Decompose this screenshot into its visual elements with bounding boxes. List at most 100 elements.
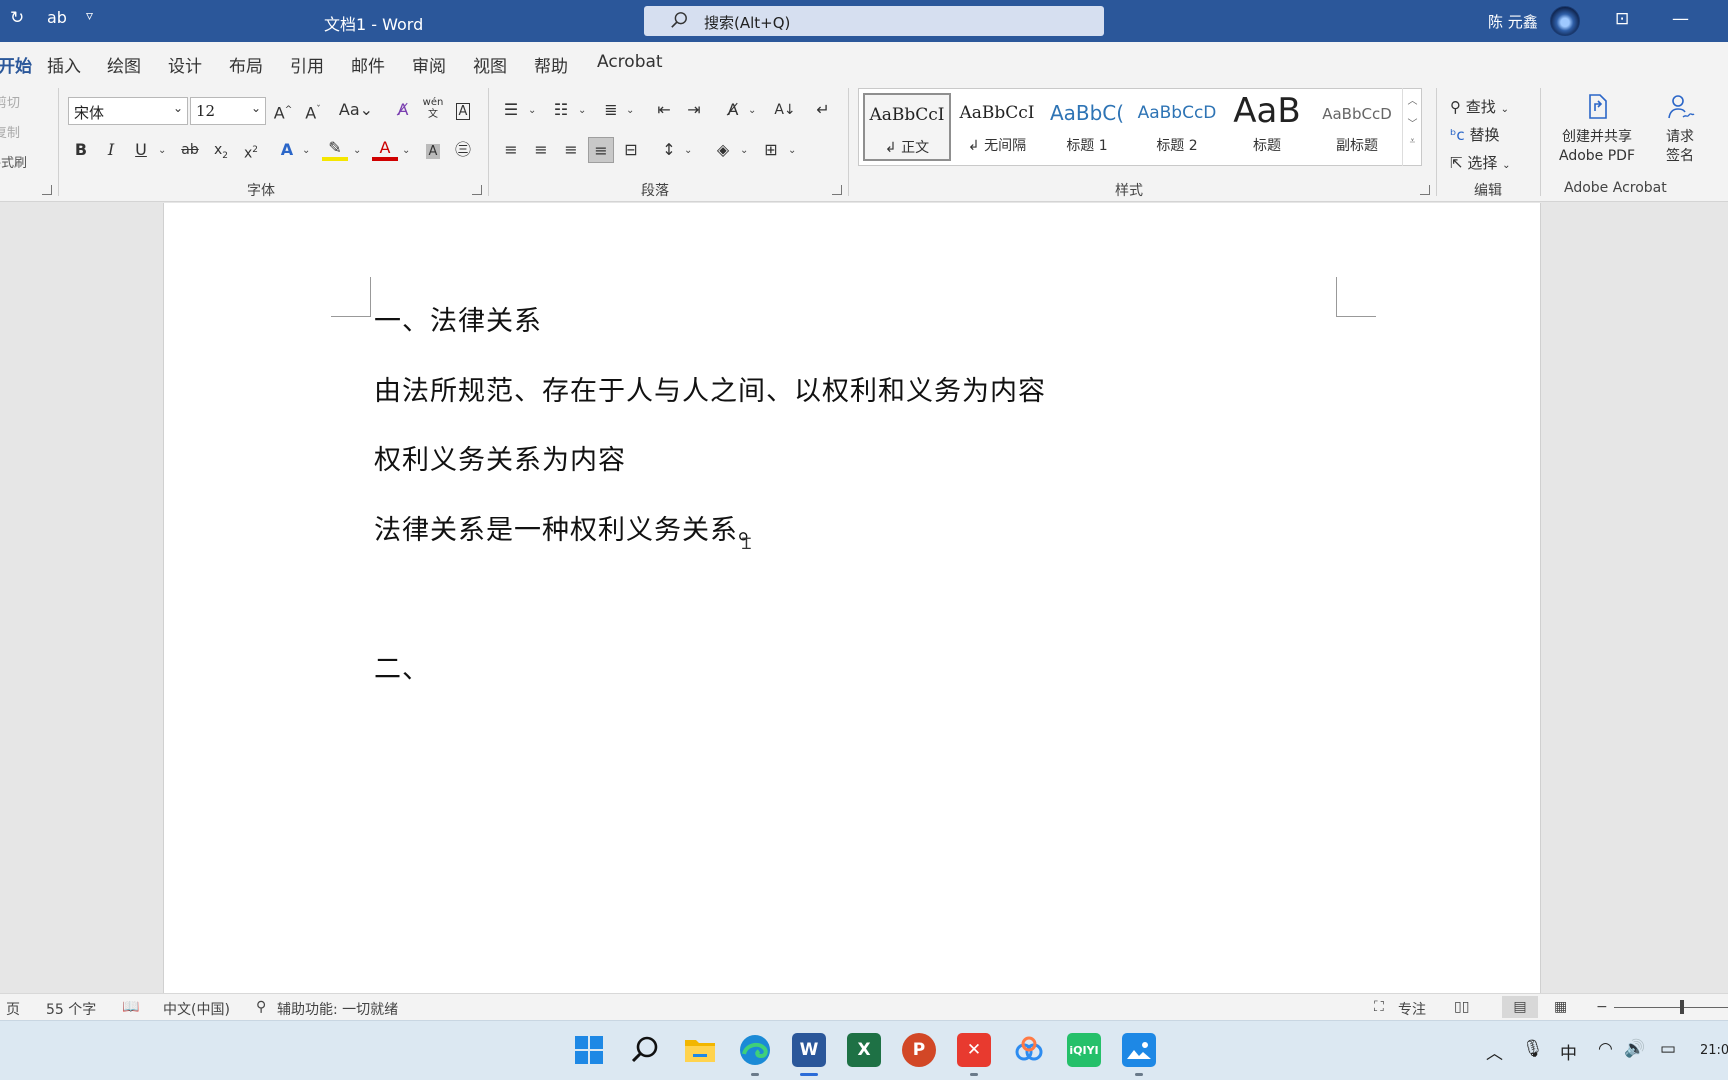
wps-icon[interactable]: ✕ (957, 1033, 991, 1067)
chevron-down-icon[interactable]: ⌄ (684, 145, 692, 156)
tab-help[interactable]: 帮助 (534, 52, 568, 77)
format-painter-button[interactable]: 格式刷 (0, 152, 27, 171)
enclose-characters-icon[interactable]: ㊂ (450, 137, 476, 163)
print-layout-icon[interactable]: ▤ (1502, 996, 1538, 1018)
customize-quick-access-icon[interactable]: ▿ (86, 8, 93, 24)
chevron-down-icon[interactable]: ⌄ (528, 105, 536, 116)
zoom-slider-thumb[interactable] (1680, 1000, 1684, 1014)
align-center-icon[interactable]: ≡ (528, 137, 554, 163)
chevron-down-icon[interactable]: ⌄ (788, 145, 796, 156)
scroll-up-icon[interactable]: ︿ (1403, 88, 1422, 107)
doc-paragraph[interactable]: 权利义务关系为内容 (374, 438, 626, 477)
word-count[interactable]: 55 个字 (46, 999, 96, 1019)
style-no-spacing[interactable]: AaBbCcI ↲ 无间隔 (953, 93, 1041, 161)
line-spacing-icon[interactable]: ↕ (656, 137, 682, 163)
photos-icon[interactable] (1122, 1033, 1156, 1067)
autosave-icon[interactable]: ↻ (10, 8, 24, 28)
clear-formatting-icon[interactable]: A̸ (390, 97, 416, 123)
replace-button[interactable]: ᵇc 替换 (1450, 124, 1499, 145)
iqiyi-icon[interactable]: iQIYI (1067, 1033, 1101, 1067)
style-heading-1[interactable]: AaBbC( 标题 1 (1043, 93, 1131, 161)
web-layout-icon[interactable]: ▦ (1554, 999, 1567, 1015)
superscript-icon[interactable]: x2 (238, 137, 264, 163)
paragraph-launcher-icon[interactable] (832, 185, 842, 195)
request-signature-button[interactable]: 请求 签名 (1648, 92, 1712, 166)
font-name-combo[interactable]: 宋体 ⌄ (68, 97, 188, 125)
underline-icon[interactable]: U (128, 137, 154, 163)
text-effects-icon[interactable]: A (274, 137, 300, 163)
word-icon[interactable]: W (792, 1033, 826, 1067)
copy-button[interactable]: 复制 (0, 122, 20, 141)
tab-review[interactable]: 审阅 (412, 52, 446, 77)
file-explorer-icon[interactable] (683, 1033, 717, 1067)
minimize-icon[interactable]: — (1672, 9, 1689, 29)
character-border-icon[interactable]: A (450, 97, 476, 123)
font-size-combo[interactable]: 12 ⌄ (190, 97, 266, 125)
chevron-down-icon[interactable]: ⌄ (402, 145, 410, 156)
font-color-icon[interactable]: A (372, 137, 398, 161)
proofing-icon[interactable]: 📖 (122, 999, 139, 1015)
tab-view[interactable]: 视图 (473, 52, 507, 77)
select-button[interactable]: ⇱ 选择 ⌄ (1450, 152, 1511, 173)
tab-draw[interactable]: 绘图 (107, 52, 141, 77)
sort-icon[interactable]: A↓ (772, 97, 798, 123)
tab-layout[interactable]: 布局 (229, 52, 263, 77)
distributed-icon[interactable]: ⊟ (618, 137, 644, 163)
cut-button[interactable]: 剪切 (0, 92, 20, 111)
spelling-icon[interactable]: ab (47, 8, 67, 27)
volume-icon[interactable]: 🔊 (1624, 1039, 1645, 1059)
font-launcher-icon[interactable] (472, 185, 482, 195)
scroll-down-icon[interactable]: ﹀ (1403, 107, 1422, 130)
chevron-down-icon[interactable]: ⌄ (748, 105, 756, 116)
style-title[interactable]: AaB 标题 (1223, 91, 1311, 161)
doc-paragraph[interactable]: 二、 (374, 647, 430, 686)
chevron-down-icon[interactable]: ⌄ (353, 145, 361, 156)
microphone-icon[interactable]: 🎙 (1522, 1039, 1544, 1059)
chevron-down-icon[interactable]: ⌄ (302, 145, 310, 156)
tab-design[interactable]: 设计 (168, 52, 202, 77)
zoom-out-icon[interactable]: − (1596, 999, 1608, 1015)
numbering-icon[interactable]: ☷ (548, 97, 574, 123)
chevron-down-icon[interactable]: ⌄ (578, 105, 586, 116)
tab-references[interactable]: 引用 (290, 52, 324, 77)
bold-icon[interactable]: B (68, 137, 94, 163)
accessibility-status[interactable]: 辅助功能: 一切就绪 (277, 999, 398, 1019)
ime-indicator[interactable]: 中 (1560, 1039, 1577, 1064)
subscript-icon[interactable]: x2 (208, 137, 234, 163)
wifi-icon[interactable]: ◠ (1598, 1039, 1613, 1059)
search-box[interactable]: 搜索(Alt+Q) (644, 6, 1104, 36)
strikethrough-icon[interactable]: ab (177, 137, 203, 163)
increase-indent-icon[interactable]: ⇥ (681, 97, 707, 123)
decrease-indent-icon[interactable]: ⇤ (651, 97, 677, 123)
grow-font-icon[interactable]: A^ (270, 97, 296, 123)
borders-icon[interactable]: ⊞ (758, 137, 784, 163)
edge-icon[interactable] (738, 1033, 772, 1067)
tab-home[interactable]: 开始 (0, 52, 32, 86)
find-button[interactable]: ⚲ 查找 ⌄ (1450, 96, 1509, 117)
powerpoint-icon[interactable]: P (902, 1033, 936, 1067)
chinese-layout-icon[interactable]: A̸ (720, 97, 746, 123)
baidu-netdisk-icon[interactable] (1012, 1033, 1046, 1067)
chevron-down-icon[interactable]: ⌄ (740, 145, 748, 156)
user-name[interactable]: 陈 元鑫 (1488, 11, 1538, 32)
chevron-down-icon[interactable]: ⌄ (626, 105, 634, 116)
more-styles-icon[interactable]: ⩡ (1403, 130, 1422, 147)
page-indicator[interactable]: 页 (6, 999, 20, 1019)
styles-gallery-scroll[interactable]: ︿ ﹀ ⩡ (1402, 88, 1422, 166)
styles-launcher-icon[interactable] (1420, 185, 1430, 195)
create-share-pdf-button[interactable]: 创建并共享 Adobe PDF (1548, 92, 1646, 166)
shading-icon[interactable]: ◈ (710, 137, 736, 163)
italic-icon[interactable]: I (98, 137, 124, 163)
focus-mode-button[interactable]: 专注 (1398, 999, 1426, 1019)
style-heading-2[interactable]: AaBbCcD 标题 2 (1133, 93, 1221, 161)
doc-paragraph[interactable]: 一、法律关系 (374, 299, 542, 338)
search-icon[interactable] (628, 1033, 662, 1067)
doc-paragraph[interactable]: 由法所规范、存在于人与人之间、以权利和义务为内容 (374, 369, 1046, 408)
style-normal[interactable]: AaBbCcI ↲ 正文 (863, 93, 951, 161)
ribbon-display-options-icon[interactable]: ⊡ (1615, 9, 1629, 29)
zoom-slider[interactable] (1614, 1007, 1728, 1008)
windows-start-icon[interactable] (572, 1033, 606, 1067)
style-subtitle[interactable]: AaBbCcD 副标题 (1313, 93, 1401, 161)
show-formatting-marks-icon[interactable]: ↵ (810, 97, 836, 123)
clock[interactable]: 21:0 (1700, 1043, 1728, 1058)
